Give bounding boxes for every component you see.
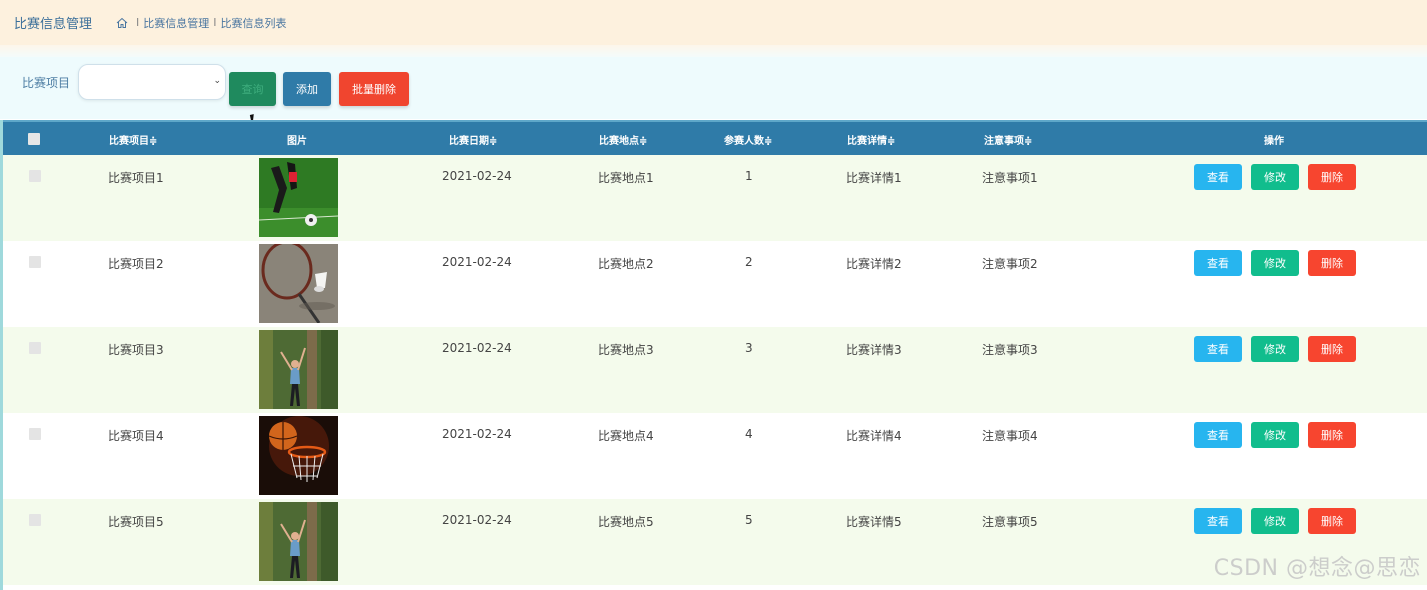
thumbnail-image	[259, 330, 338, 409]
view-button[interactable]: 查看	[1194, 250, 1242, 276]
cell-detail: 比赛详情2	[846, 257, 902, 271]
view-button[interactable]: 查看	[1194, 508, 1242, 534]
cell-project: 比赛项目5	[108, 515, 164, 529]
row-checkbox[interactable]	[29, 428, 41, 440]
table-row: 比赛项目4 2021-02-24 比赛地点4 4 比赛详情4 注意事项4 查看 修改 删除	[3, 413, 1427, 499]
header-divider	[0, 45, 1427, 57]
table-row: 比赛项目2 2021-02-24 比赛地点2 2 比赛详情2 注意事项2 查看 修改 删除	[3, 241, 1427, 327]
cell-date: 2021-02-24	[442, 169, 512, 183]
cell-notes: 注意事项5	[982, 515, 1038, 529]
delete-button[interactable]: 删除	[1308, 508, 1356, 534]
edit-button[interactable]: 修改	[1251, 508, 1299, 534]
data-table: 比赛项目≑ 图片 比赛日期≑ 比赛地点≑ 参赛人数≑ 比赛详情≑ 注意事项≑ 操…	[0, 120, 1427, 590]
cell-place: 比赛地点3	[598, 343, 654, 357]
row-checkbox[interactable]	[29, 514, 41, 526]
edit-button[interactable]: 修改	[1251, 250, 1299, 276]
cell-place: 比赛地点5	[598, 515, 654, 529]
table-row: 比赛项目1 2021-02-24 比赛地点1 1 比赛详情1 注意事项1 查看 修改 删除	[3, 155, 1427, 241]
row-checkbox[interactable]	[29, 342, 41, 354]
edit-button[interactable]: 修改	[1251, 422, 1299, 448]
cell-count: 4	[745, 427, 753, 441]
breadcrumb-separator: I	[136, 16, 140, 29]
cell-count: 3	[745, 341, 753, 355]
column-header-date[interactable]: 比赛日期≑	[449, 132, 497, 147]
view-button[interactable]: 查看	[1194, 422, 1242, 448]
cell-place: 比赛地点1	[598, 171, 654, 185]
cell-detail: 比赛详情3	[846, 343, 902, 357]
cell-count: 2	[745, 255, 753, 269]
cell-notes: 注意事项3	[982, 343, 1038, 357]
home-icon[interactable]	[116, 17, 128, 29]
view-button[interactable]: 查看	[1194, 164, 1242, 190]
delete-button[interactable]: 删除	[1308, 422, 1356, 448]
row-checkbox[interactable]	[29, 256, 41, 268]
search-button[interactable]: 查询	[229, 72, 276, 106]
breadcrumb: I 比赛信息管理 I 比赛信息列表	[116, 15, 287, 31]
edit-button[interactable]: 修改	[1251, 336, 1299, 362]
cell-notes: 注意事项1	[982, 171, 1038, 185]
table-header: 比赛项目≑ 图片 比赛日期≑ 比赛地点≑ 参赛人数≑ 比赛详情≑ 注意事项≑ 操…	[3, 120, 1427, 155]
bulk-delete-button[interactable]: 批量删除	[339, 72, 409, 106]
cell-project: 比赛项目1	[108, 171, 164, 185]
top-bar: 比赛信息管理 I 比赛信息管理 I 比赛信息列表	[0, 0, 1427, 45]
cell-place: 比赛地点2	[598, 257, 654, 271]
column-header-notes[interactable]: 注意事项≑	[984, 132, 1032, 147]
cell-count: 1	[745, 169, 753, 183]
breadcrumb-item-management[interactable]: 比赛信息管理	[143, 15, 209, 31]
watermark: CSDN @想念@思恋	[1213, 556, 1421, 581]
page-title: 比赛信息管理	[14, 17, 93, 32]
cell-place: 比赛地点4	[598, 429, 654, 443]
column-header-actions: 操作	[1264, 136, 1284, 147]
edit-button[interactable]: 修改	[1251, 164, 1299, 190]
project-select[interactable]: ⌄	[78, 64, 226, 100]
cell-date: 2021-02-24	[442, 513, 512, 527]
delete-button[interactable]: 删除	[1308, 336, 1356, 362]
cell-date: 2021-02-24	[442, 427, 512, 441]
filter-label: 比赛项目	[22, 76, 71, 90]
cell-count: 5	[745, 513, 753, 527]
cell-date: 2021-02-24	[442, 341, 512, 355]
row-checkbox[interactable]	[29, 170, 41, 182]
view-button[interactable]: 查看	[1194, 336, 1242, 362]
cell-notes: 注意事项2	[982, 257, 1038, 271]
cell-project: 比赛项目2	[108, 257, 164, 271]
cell-notes: 注意事项4	[982, 429, 1038, 443]
column-header-detail[interactable]: 比赛详情≑	[847, 132, 895, 147]
table-row: 比赛项目3 2021-02-24 比赛地点3 3 比赛详情3 注意事项3 查看 修改 删除	[3, 327, 1427, 413]
search-toolbar: 比赛项目 ⌄ 查询 添加 批量删除	[0, 57, 1427, 119]
breadcrumb-item-list: 比赛信息列表	[220, 16, 287, 30]
thumbnail-image	[259, 244, 338, 323]
delete-button[interactable]: 删除	[1308, 250, 1356, 276]
cell-project: 比赛项目3	[108, 343, 164, 357]
cell-date: 2021-02-24	[442, 255, 512, 269]
breadcrumb-separator: I	[213, 16, 217, 29]
column-header-count[interactable]: 参赛人数≑	[724, 132, 772, 147]
thumbnail-image	[259, 416, 338, 495]
cell-detail: 比赛详情5	[846, 515, 902, 529]
chevron-down-icon: ⌄	[213, 76, 221, 86]
column-header-project[interactable]: 比赛项目≑	[109, 132, 157, 147]
cell-detail: 比赛详情4	[846, 429, 902, 443]
thumbnail-image	[259, 502, 338, 581]
select-all-checkbox[interactable]	[28, 133, 40, 145]
cell-detail: 比赛详情1	[846, 171, 902, 185]
add-button[interactable]: 添加	[283, 72, 331, 106]
column-header-image: 图片	[287, 136, 307, 147]
thumbnail-image	[259, 158, 338, 237]
delete-button[interactable]: 删除	[1308, 164, 1356, 190]
cell-project: 比赛项目4	[108, 429, 164, 443]
column-header-place[interactable]: 比赛地点≑	[599, 132, 647, 147]
